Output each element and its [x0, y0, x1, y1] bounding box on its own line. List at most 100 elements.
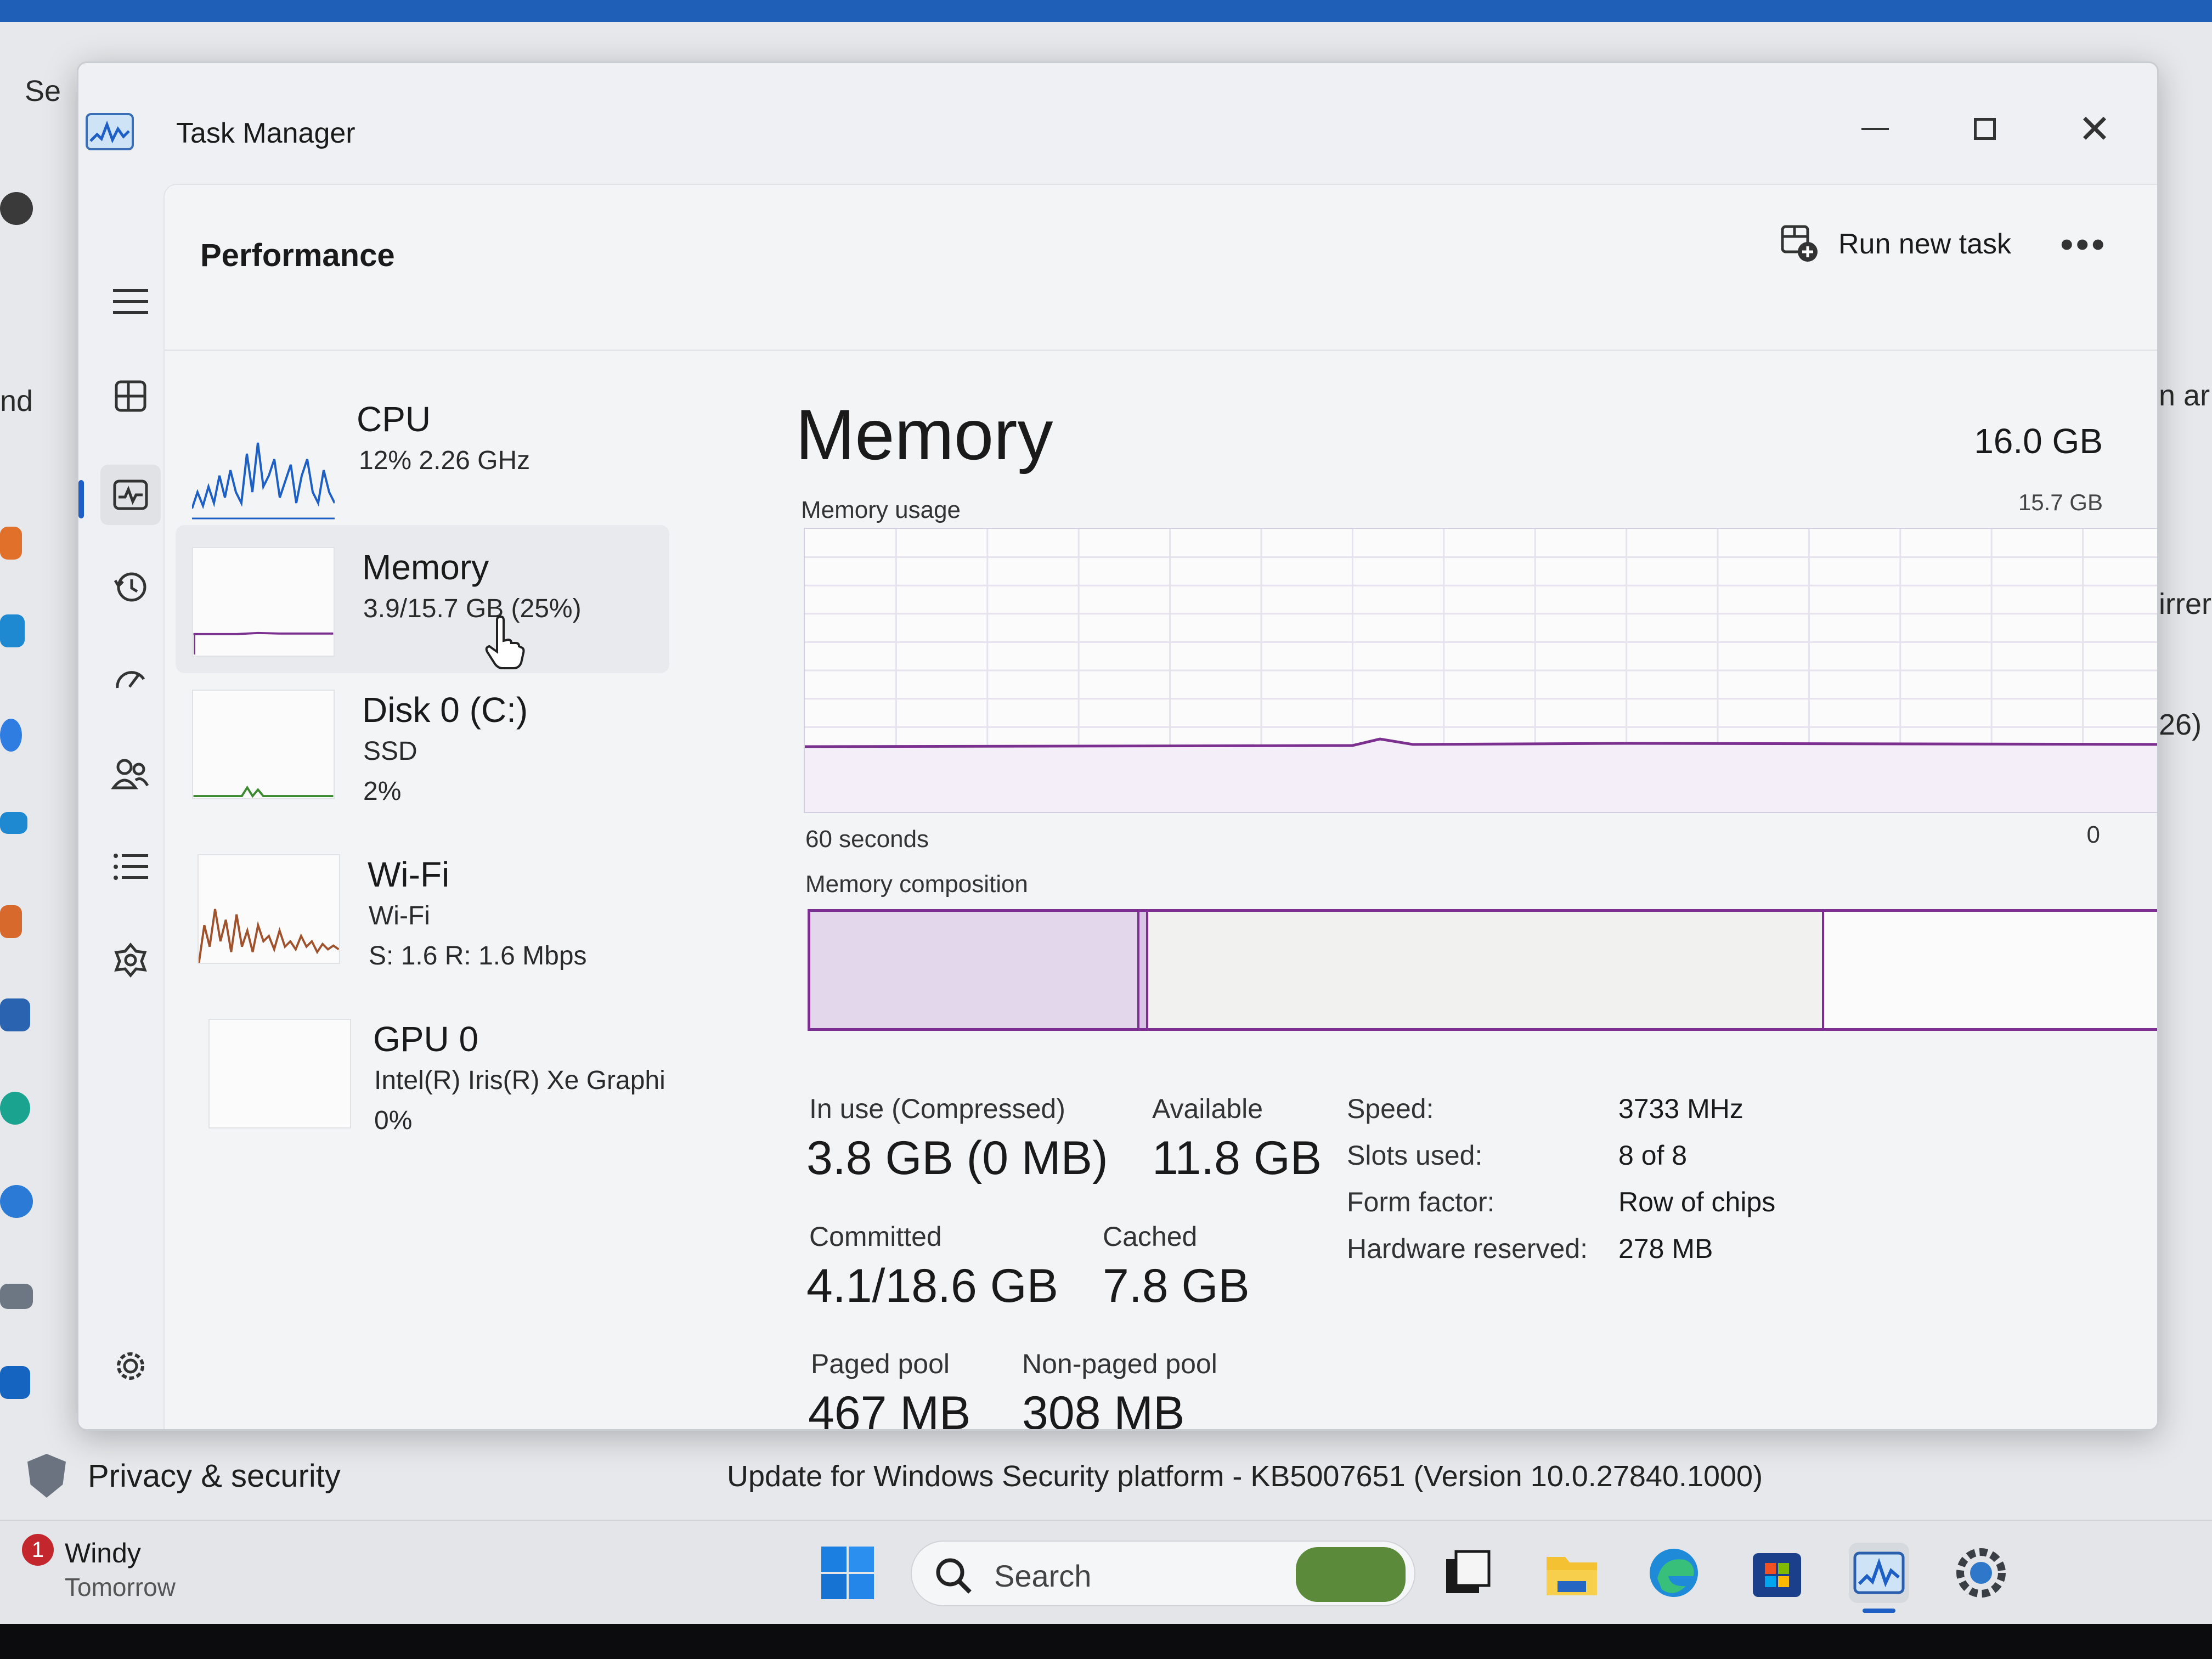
committed-label: Committed	[809, 1221, 942, 1252]
edge-browser-button[interactable]	[1644, 1543, 1704, 1603]
maximize-button[interactable]	[1955, 101, 2015, 156]
startup-gauge-icon	[116, 671, 145, 689]
services-puzzle-icon	[114, 943, 147, 978]
nav-app-history[interactable]	[100, 557, 161, 617]
form-factor-value: Row of chips	[1618, 1187, 1776, 1217]
history-icon	[114, 572, 146, 602]
close-icon: ✕	[2078, 106, 2112, 152]
gaming-icon[interactable]	[0, 1284, 33, 1309]
update-entry[interactable]: Update for Windows Security platform - K…	[727, 1459, 1763, 1493]
device-item-disk[interactable]: Disk 0 (C:) SSD 2%	[176, 679, 669, 838]
brush-icon[interactable]	[0, 905, 22, 938]
usage-graph-label: Memory usage	[801, 496, 961, 523]
form-factor-key: Form factor:	[1347, 1187, 1495, 1217]
paged-pool-label: Paged pool	[811, 1348, 950, 1379]
store-button[interactable]	[1747, 1543, 1807, 1603]
taskbar: 1 Windy Tomorrow Search	[0, 1520, 2212, 1624]
hardware-reserved-key: Hardware reserved:	[1347, 1233, 1588, 1264]
store-icon	[1753, 1553, 1801, 1597]
search-icon	[936, 1558, 972, 1594]
paged-pool-value: 467 MB	[808, 1387, 971, 1431]
usage-graph-max: 15.7 GB	[2018, 489, 2103, 515]
composition-standby	[1148, 912, 1825, 1028]
disk-sparkline	[192, 690, 335, 799]
background-text-fragment: n ar	[2159, 379, 2210, 412]
settings-taskbar-button[interactable]	[1951, 1543, 2011, 1603]
background-text-fragment: nd	[0, 385, 33, 417]
composition-modified	[1139, 912, 1149, 1028]
taskbar-search-box[interactable]: Search	[911, 1541, 1415, 1606]
close-button[interactable]: ✕	[2064, 101, 2125, 156]
maximize-icon	[1974, 118, 1996, 140]
edge-icon	[1650, 1549, 1698, 1597]
more-options-button[interactable]: •••	[2060, 222, 2107, 266]
bluetooth-icon[interactable]	[0, 719, 22, 752]
network-icon[interactable]	[0, 812, 27, 834]
background-text-fragment: 26)	[2159, 708, 2202, 741]
device-utilization: 0%	[374, 1106, 413, 1135]
accessibility-icon[interactable]	[0, 1366, 30, 1399]
device-item-gpu[interactable]: GPU 0 Intel(R) Iris(R) Xe Graphi 0%	[176, 1008, 669, 1167]
time-language-icon[interactable]	[0, 1185, 33, 1218]
gpu-sparkline	[208, 1019, 351, 1128]
gear-icon	[117, 1352, 144, 1380]
nav-startup-apps[interactable]	[100, 650, 161, 710]
system-icon[interactable]	[0, 614, 25, 647]
device-item-wifi[interactable]: Wi-Fi Wi-Fi S: 1.6 R: 1.6 Mbps	[176, 843, 669, 1002]
cached-label: Cached	[1103, 1221, 1198, 1252]
nav-services[interactable]	[100, 930, 161, 990]
wifi-sparkline	[198, 854, 340, 964]
device-name: CPU	[357, 399, 431, 439]
user-avatar-icon[interactable]	[0, 192, 33, 225]
shield-icon	[27, 1454, 66, 1498]
apps-icon[interactable]	[0, 998, 30, 1031]
background-top-bar	[0, 0, 2212, 22]
device-summary: 12% 2.26 GHz	[359, 446, 531, 475]
hamburger-menu-button[interactable]	[100, 272, 161, 332]
device-name: GPU 0	[373, 1019, 479, 1059]
device-summary: Wi-Fi	[369, 901, 430, 930]
sidebar-item-privacy-security[interactable]: Privacy & security	[27, 1454, 341, 1498]
file-explorer-button[interactable]	[1542, 1543, 1602, 1603]
search-placeholder: Search	[994, 1559, 1092, 1593]
speed-key: Speed:	[1347, 1093, 1434, 1124]
device-item-memory[interactable]: Memory 3.9/15.7 GB (25%)	[176, 525, 669, 673]
non-paged-pool-value: 308 MB	[1022, 1387, 1185, 1431]
background-text-fragment: irrer	[2159, 588, 2211, 620]
notification-badge: 1	[22, 1534, 54, 1566]
task-view-icon	[1446, 1550, 1491, 1593]
personalization-icon[interactable]	[0, 527, 22, 560]
nav-users[interactable]	[100, 743, 161, 804]
device-name: Wi-Fi	[368, 855, 450, 894]
device-summary: 3.9/15.7 GB (25%)	[363, 594, 582, 623]
start-button[interactable]	[817, 1543, 878, 1603]
nav-processes[interactable]	[100, 366, 161, 426]
detail-title: Memory	[795, 394, 1053, 475]
hamburger-icon	[113, 289, 148, 314]
slots-used-key: Slots used:	[1347, 1140, 1483, 1171]
title-bar[interactable]: Task Manager ✕	[78, 63, 2157, 173]
background-text-fragment: Se	[25, 75, 61, 108]
minimize-icon	[1861, 128, 1889, 130]
nav-performance[interactable]	[100, 465, 161, 525]
memory-total: 16.0 GB	[1974, 421, 2103, 461]
nav-details[interactable]	[100, 837, 161, 897]
cached-value: 7.8 GB	[1103, 1260, 1250, 1312]
in-use-label: In use (Compressed)	[809, 1093, 1065, 1124]
graph-time-zero: 0	[2086, 821, 2100, 848]
task-view-button[interactable]	[1437, 1543, 1498, 1603]
accounts-icon[interactable]	[0, 1092, 30, 1125]
minimize-button[interactable]	[1845, 101, 1905, 156]
in-use-value: 3.8 GB (0 MB)	[806, 1132, 1108, 1184]
task-manager-taskbar-button[interactable]	[1849, 1543, 1909, 1603]
memory-usage-graph	[804, 528, 2157, 813]
settings-button[interactable]	[111, 1347, 150, 1388]
sidebar-item-label: Privacy & security	[88, 1458, 341, 1494]
device-item-cpu[interactable]: CPU 12% 2.26 GHz	[176, 388, 669, 525]
run-new-task-button[interactable]: Run new task	[1780, 224, 2011, 264]
nav-rail	[78, 173, 177, 1429]
content-pane: Performance Run new task ••• CPU 12% 2.2…	[163, 184, 2157, 1431]
device-name: Disk 0 (C:)	[362, 690, 528, 730]
task-manager-icon	[1853, 1551, 1905, 1594]
device-name: Memory	[362, 548, 489, 587]
